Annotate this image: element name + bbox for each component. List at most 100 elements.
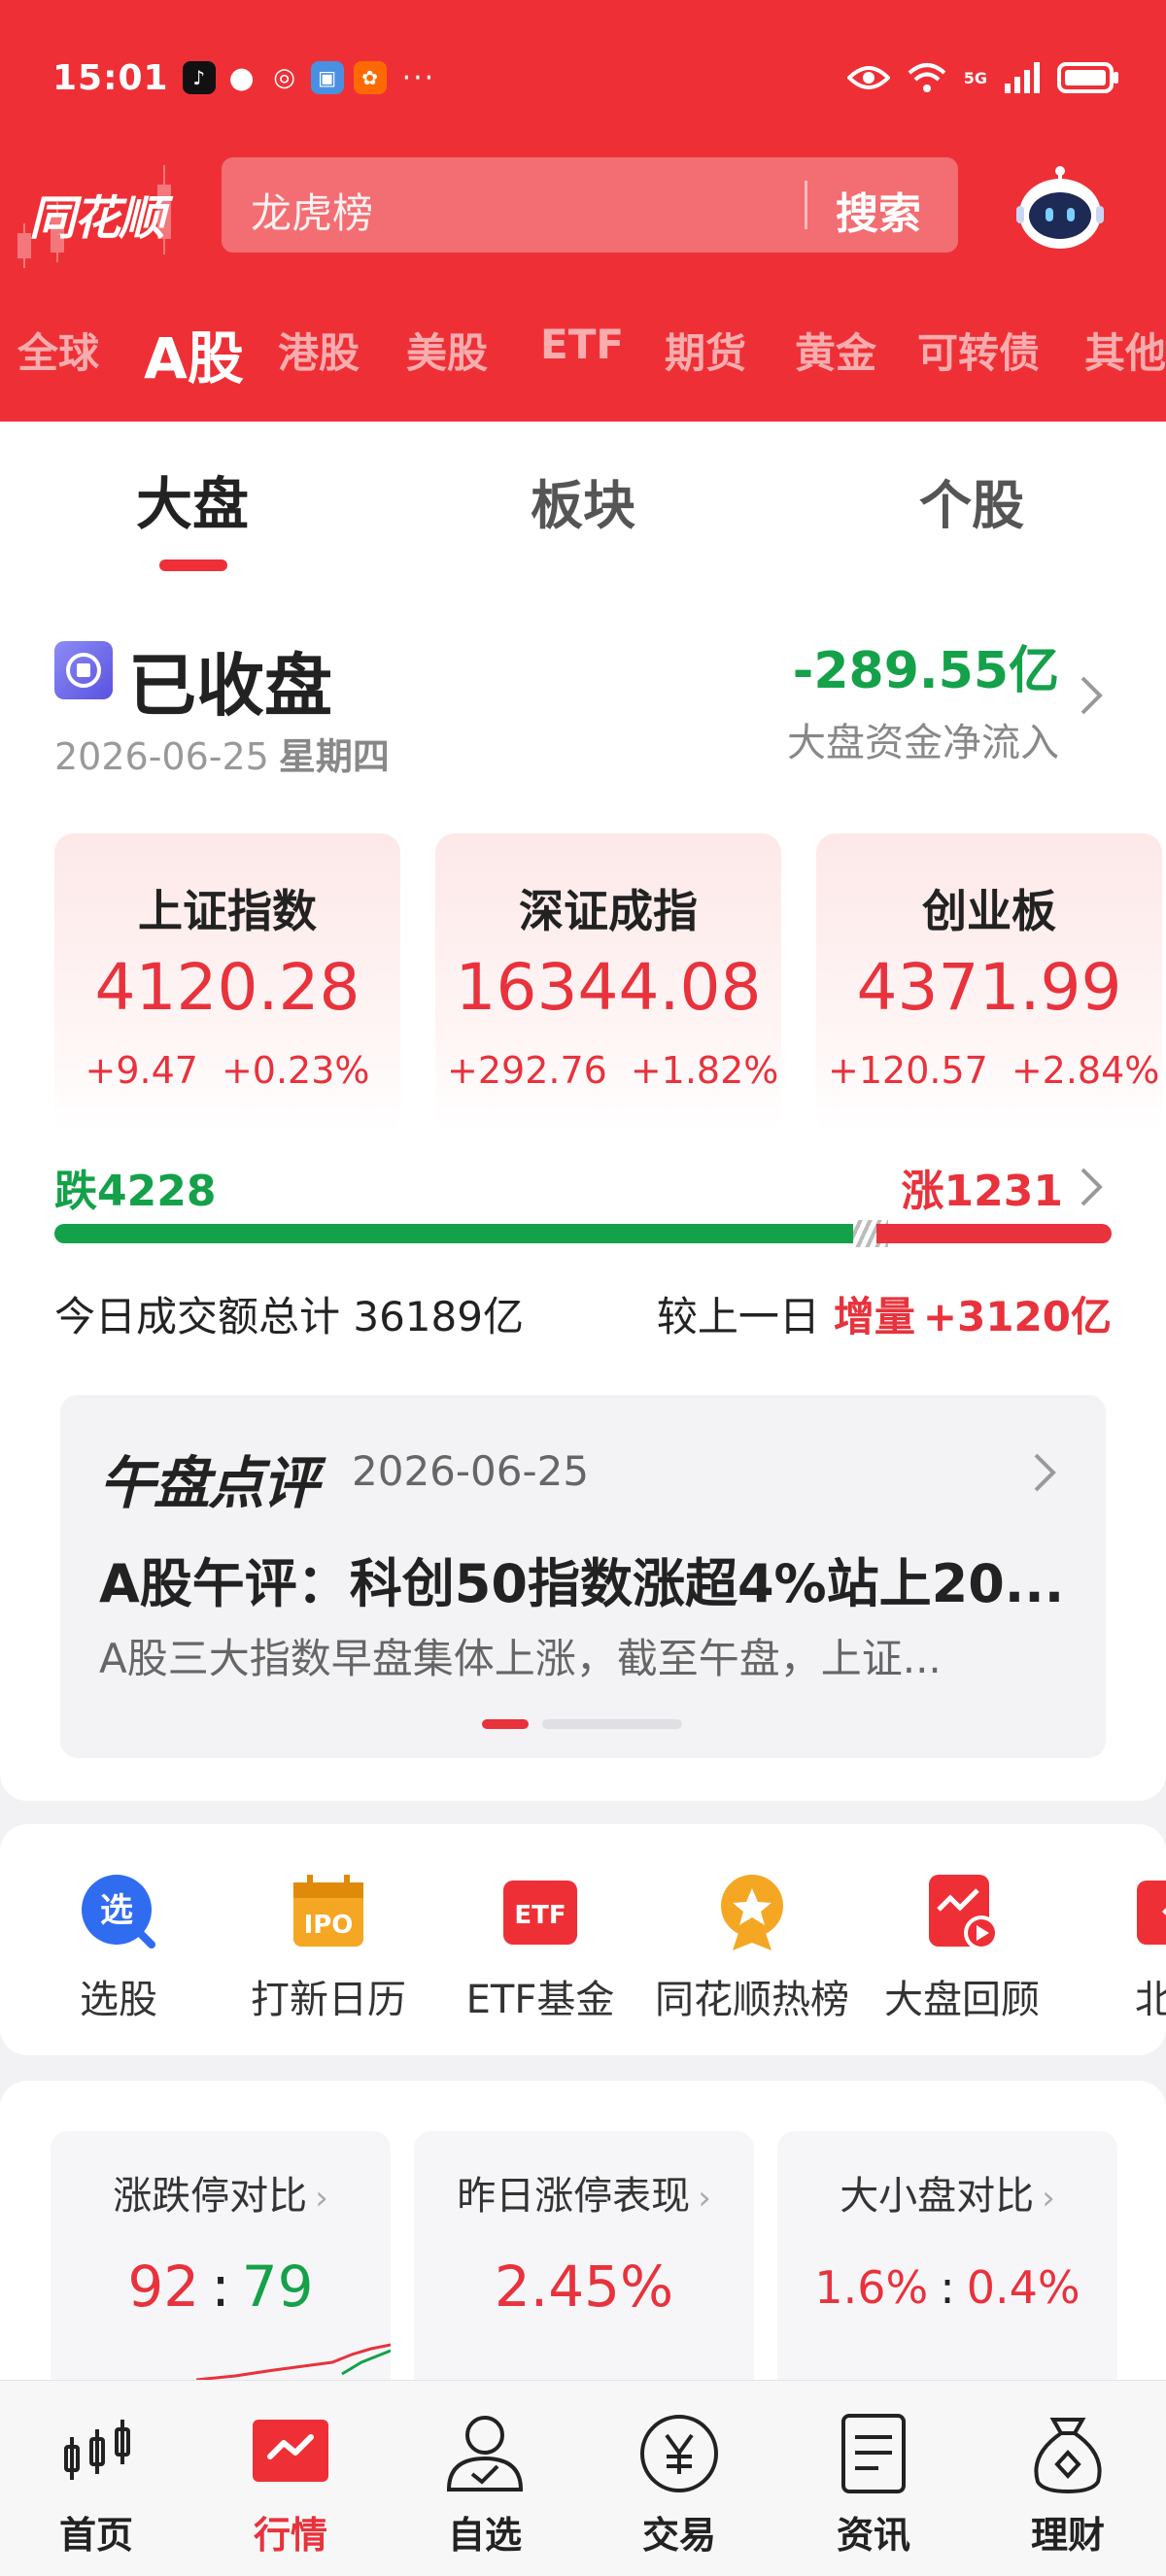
chevron-right-icon[interactable] — [1073, 666, 1112, 725]
stat-value: 1.6%:0.4% — [777, 2261, 1117, 2314]
svg-text:IPO: IPO — [304, 1911, 354, 1940]
ratio-separator: : — [211, 2254, 230, 2320]
stat-value: 92:79 — [51, 2254, 391, 2320]
taobao-notification-icon: ✿ — [353, 61, 387, 94]
index-change: +120.57 +2.84% — [816, 1049, 1162, 1092]
app-notification-icon: ▣ — [310, 61, 344, 94]
network-type: 5G — [963, 68, 987, 87]
sub-tabs: 大盘 板块 个股 — [0, 443, 1166, 571]
search-bar[interactable]: 龙虎榜 搜索 — [222, 157, 958, 253]
turnover-increase-label: 增量 — [833, 1293, 915, 1340]
douyin-notification-icon: ♪ — [182, 61, 216, 94]
market-date: 2026-06-25 星期四 — [54, 727, 390, 780]
tool-etf-fund[interactable]: ETF ETF基金 — [443, 1871, 637, 2036]
tool-market-review[interactable]: 大盘回顾 — [865, 1871, 1059, 2036]
index-value: 4120.28 — [94, 950, 360, 1025]
home-candlestick-icon — [64, 2420, 130, 2480]
large-cap-change: 1.6% — [814, 2261, 929, 2314]
noon-review-headline[interactable]: A股午评：科创50指数涨超4%站上20... — [99, 1541, 1064, 1617]
ipo-calendar-icon: IPO — [293, 1875, 363, 1947]
chevron-right-icon[interactable] — [1073, 1160, 1112, 1214]
nav-label: 自选 — [447, 2514, 522, 2557]
tool-ipo-calendar[interactable]: IPO 打新日历 — [231, 1871, 426, 2036]
nav-label: 行情 — [253, 2514, 327, 2557]
wealth-bag-icon — [1034, 2418, 1102, 2494]
nav-home[interactable]: 首页 — [33, 2410, 159, 2557]
app-header: 15:01 ♪ ● ◎ ▣ ✿ ··· 5G 同花顺 龙虎榜 搜索 全球 A股 — [0, 0, 1166, 422]
noon-review-card[interactable]: 午盘点评 2026-06-25 A股午评：科创50指数涨超4%站上20... A… — [60, 1395, 1106, 1758]
subtab-market[interactable]: 大盘 — [136, 458, 249, 540]
tab-global[interactable]: 全球 — [17, 321, 99, 380]
fall-count: 跌4228 — [54, 1167, 217, 1216]
index-name: 创业板 — [922, 885, 1056, 937]
index-value: 4371.99 — [856, 950, 1122, 1025]
chevron-right-icon: › — [698, 2179, 711, 2218]
search-divider — [805, 181, 807, 229]
ratio-separator: : — [940, 2261, 955, 2314]
tool-hot-list[interactable]: 同花顺热榜 — [655, 1871, 849, 2036]
tab-hk[interactable]: 港股 — [278, 321, 360, 380]
system-icons: 5G — [846, 54, 1119, 101]
index-card-chinext[interactable]: 创业板 4371.99 +120.57 +2.84% — [816, 833, 1162, 1133]
signal-icon — [1005, 62, 1040, 93]
index-change-pct: +0.23% — [221, 1049, 370, 1092]
rise-ratio-bar — [876, 1224, 1112, 1243]
quick-tools: 选 选股 IPO 打新日历 ETF ETF基金 同花顺热榜 大盘回顾 北交 — [0, 1824, 1166, 2055]
tool-stock-pick[interactable]: 选 选股 — [21, 1871, 216, 2036]
eye-icon — [846, 66, 890, 89]
chevron-right-icon: › — [1042, 2179, 1055, 2218]
wifi-icon — [908, 63, 946, 92]
index-name: 深证成指 — [519, 885, 698, 937]
bottom-navigation: 首页 行情 自选 交易 资讯 理财 — [0, 2380, 1166, 2576]
tab-convertible[interactable]: 可转债 — [917, 321, 1040, 380]
tab-gold[interactable]: 黄金 — [795, 321, 876, 380]
market-date-value: 2026-06-25 — [54, 735, 269, 778]
tab-us[interactable]: 美股 — [406, 321, 488, 380]
carousel-indicator — [542, 1719, 682, 1729]
index-card-shenzhen[interactable]: 深证成指 16344.08 +292.76 +1.82% — [435, 833, 781, 1133]
index-change: +292.76 +1.82% — [435, 1049, 781, 1092]
nav-news[interactable]: 资讯 — [810, 2410, 937, 2557]
etf-icon: ETF — [503, 1881, 577, 1945]
index-change: +9.47 +0.23% — [54, 1049, 400, 1092]
status-time: 15:01 — [52, 57, 169, 98]
chevron-right-icon[interactable] — [1028, 1445, 1063, 1500]
market-overview-card: 大盘 板块 个股 已收盘 2026-06-25 星期四 -289.55亿 大盘资金… — [0, 422, 1166, 1801]
nav-trade[interactable]: 交易 — [616, 2410, 742, 2557]
stat-title: 大小盘对比 › — [777, 2164, 1117, 2220]
tab-a-share[interactable]: A股 — [144, 313, 244, 394]
more-notifications-icon: ··· — [401, 60, 436, 95]
search-input[interactable]: 龙虎榜 — [251, 181, 373, 240]
nav-market[interactable]: 行情 — [227, 2410, 354, 2557]
sparkline-chart — [196, 2343, 391, 2382]
nav-wealth[interactable]: 理财 — [1005, 2410, 1131, 2557]
tab-other[interactable]: 其他 — [1084, 321, 1166, 380]
tool-bse[interactable]: 北交 — [1077, 1871, 1166, 2036]
search-button[interactable]: 搜索 — [836, 179, 921, 241]
rise-count: 涨1231 — [901, 1167, 1063, 1216]
ai-assistant-robot-icon[interactable] — [1014, 161, 1106, 253]
nav-label: 理财 — [1030, 2514, 1105, 2557]
subtab-stock[interactable]: 个股 — [919, 462, 1024, 539]
subtab-sector[interactable]: 板块 — [531, 462, 635, 539]
tab-etf[interactable]: ETF — [540, 321, 624, 368]
limit-up-count: 92 — [127, 2254, 200, 2320]
stat-title-text: 昨日涨停表现 — [457, 2174, 691, 2219]
index-card-shanghai[interactable]: 上证指数 4120.28 +9.47 +0.23% — [54, 833, 400, 1133]
stat-title: 涨跌停对比 › — [51, 2164, 391, 2220]
tool-label: 北交 — [1135, 1978, 1166, 2022]
net-flow-label[interactable]: 大盘资金净流入 — [787, 711, 1059, 767]
market-status-title: 已收盘 — [128, 646, 332, 726]
tab-futures[interactable]: 期货 — [665, 321, 746, 380]
net-flow-value[interactable]: -289.55亿 — [793, 629, 1059, 702]
index-change-pct: +2.84% — [1011, 1049, 1160, 1092]
status-bar: 15:01 ♪ ● ◎ ▣ ✿ ··· — [52, 51, 435, 105]
index-value: 16344.08 — [455, 950, 762, 1025]
nav-watchlist[interactable]: 自选 — [422, 2410, 548, 2557]
fall-ratio-bar — [54, 1224, 863, 1243]
stat-title: 昨日涨停表现 › — [414, 2164, 754, 2220]
hot-list-icon — [721, 1875, 783, 1950]
stat-value: 2.45% — [494, 2254, 674, 2320]
app-logo[interactable]: 同花顺 — [29, 180, 165, 248]
battery-icon — [1057, 62, 1118, 93]
